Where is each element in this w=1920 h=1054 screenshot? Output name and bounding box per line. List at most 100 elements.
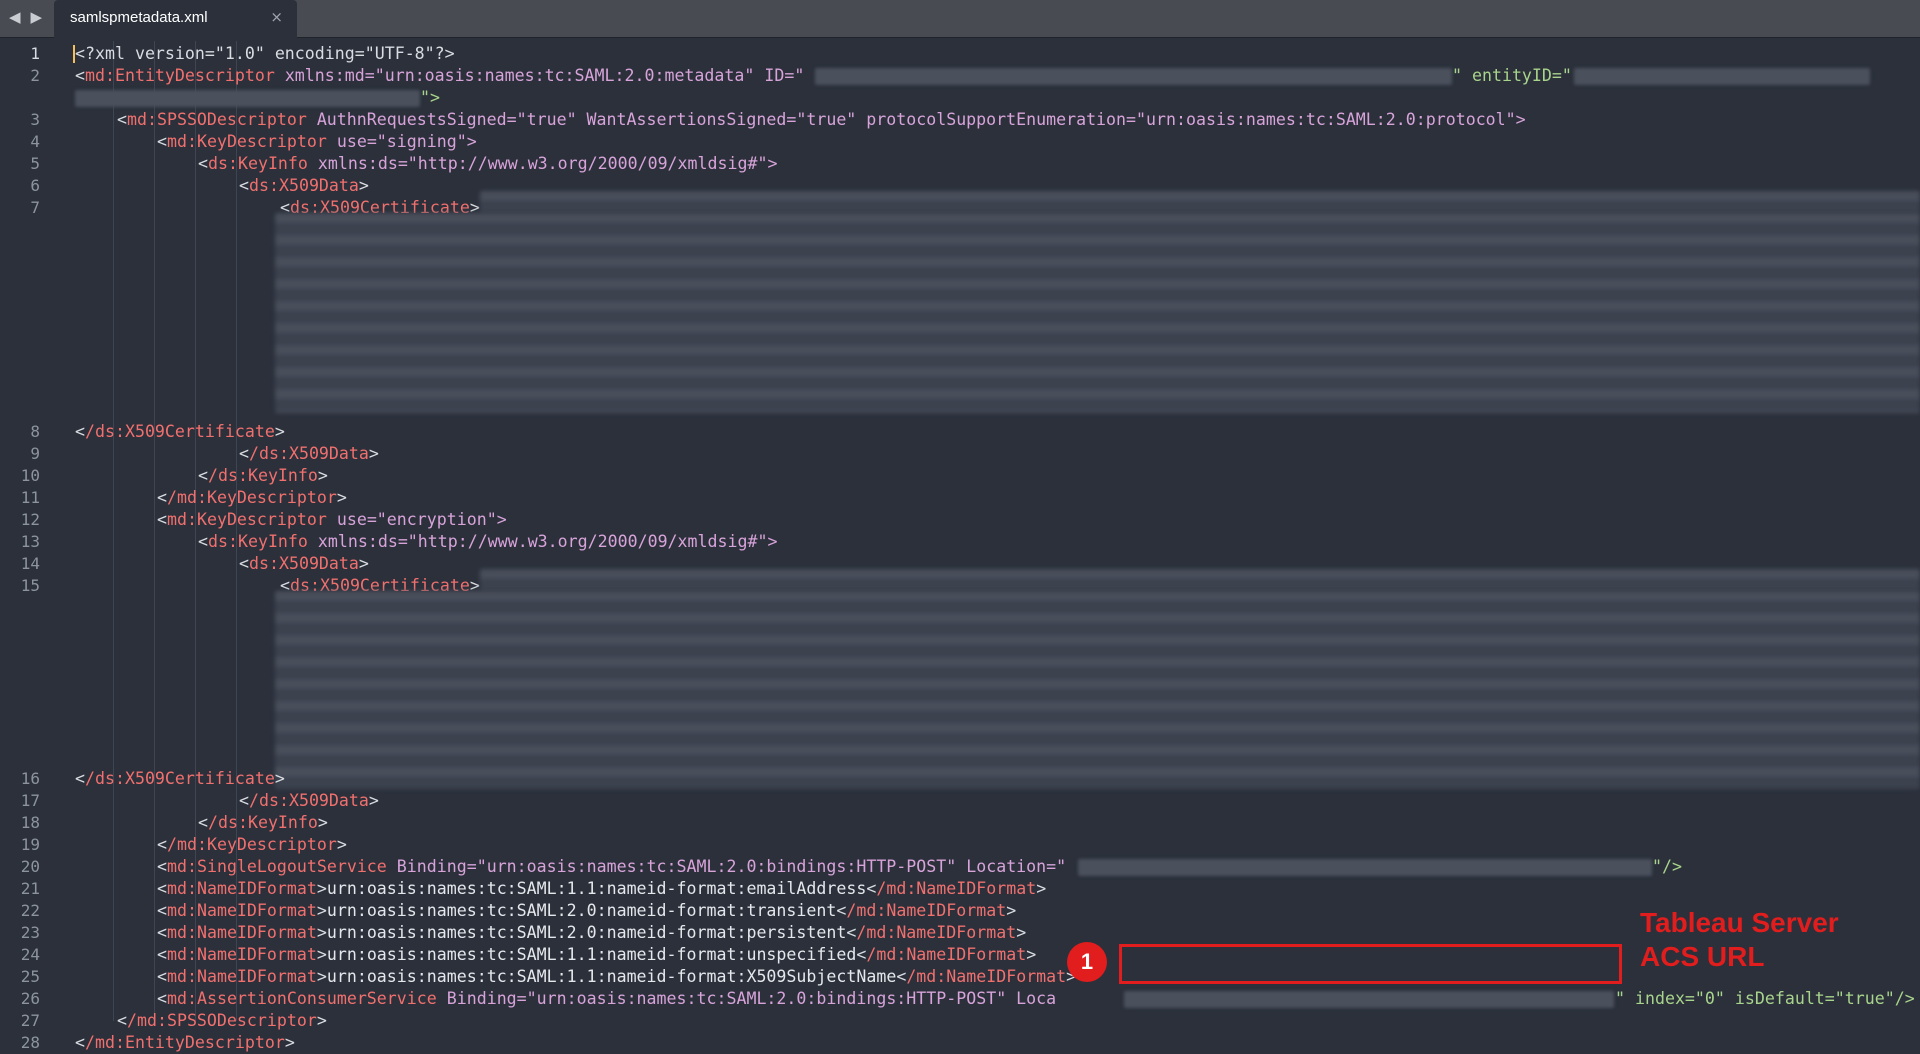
line-number: 2 xyxy=(30,66,40,85)
single-logout-service-tag: md:SingleLogoutService xyxy=(167,857,387,876)
code-editor[interactable]: 1 <?xml version="1.0" encoding="UTF-8"?>… xyxy=(0,41,1920,1052)
nameid-format-tag: md:NameIDFormat xyxy=(167,945,317,964)
assertion-consumer-service-end: " index="0" isDefault="true"/> xyxy=(1615,989,1915,1008)
keyinfo-xmlns: xmlns:ds="http://www.w3.org/2000/09/xmld… xyxy=(307,154,778,173)
single-logout-service-end: "/> xyxy=(1652,857,1682,876)
nameid-format-close: /md:NameIDFormat xyxy=(876,879,1037,898)
line-number: 19 xyxy=(20,835,40,854)
redacted-certificate-signing-body xyxy=(275,213,1920,413)
nameid-format-value: urn:oasis:names:tc:SAML:2.0:nameid-forma… xyxy=(326,923,847,942)
nameid-format-tag: md:NameIDFormat xyxy=(167,923,317,942)
code-line-2-wrap: "> xyxy=(0,87,1920,109)
line-number: 17 xyxy=(20,791,40,810)
entity-descriptor-close: /md:EntityDescriptor xyxy=(85,1033,285,1052)
line-number: 7 xyxy=(30,198,40,217)
nameid-format-value: urn:oasis:names:tc:SAML:1.1:nameid-forma… xyxy=(326,945,857,964)
code-line-24: 24 <md:NameIDFormat>urn:oasis:names:tc:S… xyxy=(0,944,1920,966)
line-number: 3 xyxy=(30,110,40,129)
code-line-1: 1 <?xml version="1.0" encoding="UTF-8"?> xyxy=(0,43,1920,65)
line-number: 13 xyxy=(20,532,40,551)
code-line-28: 28 </md:EntityDescriptor> xyxy=(0,1032,1920,1054)
entity-descriptor-open: <md:EntityDescriptor xmlns:md="urn:oasis… xyxy=(75,66,805,85)
redacted-logout-location xyxy=(1078,859,1652,876)
redacted-certificate-encryption-body xyxy=(275,591,1920,789)
code-line-25: 25 <md:NameIDFormat>urn:oasis:names:tc:S… xyxy=(0,966,1920,988)
x509data-tag: ds:X509Data xyxy=(249,554,359,573)
assertion-consumer-service-tag: md:AssertionConsumerService xyxy=(167,989,437,1008)
code-line-20: 20 <md:SingleLogoutService Binding="urn:… xyxy=(0,856,1920,878)
file-tab-title: samlspmetadata.xml xyxy=(70,9,208,26)
redacted-certificate-encryption xyxy=(480,569,1920,591)
keyinfo-tag: ds:KeyInfo xyxy=(208,532,308,551)
spsso-descriptor-tag: md:SPSSODescriptor xyxy=(127,110,307,129)
nameid-format-close: /md:NameIDFormat xyxy=(856,923,1017,942)
line-number: 5 xyxy=(30,154,40,173)
key-descriptor-close: /md:KeyDescriptor xyxy=(167,835,337,854)
key-descriptor-use-signing: use="signing"> xyxy=(326,132,477,151)
line-number: 15 xyxy=(20,576,40,595)
code-line-18: 18 </ds:KeyInfo> xyxy=(0,812,1920,834)
key-descriptor-close: /md:KeyDescriptor xyxy=(167,488,337,507)
code-line-26: 26 <md:AssertionConsumerService Binding=… xyxy=(0,988,1920,1010)
line-number: 22 xyxy=(20,901,40,920)
acs-url-highlight-box xyxy=(1119,944,1622,984)
forward-arrow-icon[interactable]: ▶ xyxy=(28,8,46,26)
line-number: 9 xyxy=(30,444,40,463)
x509certificate-close: /ds:X509Certificate xyxy=(85,422,275,441)
line-number: 10 xyxy=(20,466,40,485)
callout-label-line-2: ACS URL xyxy=(1640,941,1765,972)
back-arrow-icon[interactable]: ◀ xyxy=(6,8,24,26)
line-number: 27 xyxy=(20,1011,40,1030)
nameid-format-close: /md:NameIDFormat xyxy=(906,967,1067,986)
file-tab[interactable]: samlspmetadata.xml × xyxy=(54,0,297,38)
redacted-entityid-wrap xyxy=(75,90,420,107)
code-line-4: 4 <md:KeyDescriptor use="signing"> xyxy=(0,131,1920,153)
line-number: 6 xyxy=(30,176,40,195)
line-number: 11 xyxy=(20,488,40,507)
redacted-acs-location xyxy=(1124,991,1614,1008)
code-line-3: 3 <md:SPSSODescriptor AuthnRequestsSigne… xyxy=(0,109,1920,131)
x509data-tag: ds:X509Data xyxy=(249,176,359,195)
entity-descriptor-end: "> xyxy=(420,88,440,107)
code-line-5: 5 <ds:KeyInfo xmlns:ds="http://www.w3.or… xyxy=(0,153,1920,175)
code-line-2: 2 <md:EntityDescriptor xmlns:md="urn:oas… xyxy=(0,65,1920,87)
code-line-8: 8 </ds:X509Certificate> xyxy=(0,421,1920,443)
line-number: 21 xyxy=(20,879,40,898)
callout-label-line-1: Tableau Server xyxy=(1640,907,1839,938)
x509data-close: /ds:X509Data xyxy=(249,444,369,463)
code-line-23: 23 <md:NameIDFormat>urn:oasis:names:tc:S… xyxy=(0,922,1920,944)
nameid-format-tag: md:NameIDFormat xyxy=(167,901,317,920)
line-number: 20 xyxy=(20,857,40,876)
x509certificate-close: /ds:X509Certificate xyxy=(85,769,275,788)
tab-navigation: ◀ ▶ xyxy=(6,8,45,26)
spsso-descriptor-attrs: AuthnRequestsSigned="true" WantAssertion… xyxy=(306,110,1526,129)
tab-bar: ◀ ▶ samlspmetadata.xml × xyxy=(0,0,1920,38)
code-line-22: 22 <md:NameIDFormat>urn:oasis:names:tc:S… xyxy=(0,900,1920,922)
line-number: 1 xyxy=(30,44,40,63)
keyinfo-close: /ds:KeyInfo xyxy=(208,813,318,832)
close-tab-icon[interactable]: × xyxy=(270,8,283,26)
code-line-19: 19 </md:KeyDescriptor> xyxy=(0,834,1920,856)
nameid-format-tag: md:NameIDFormat xyxy=(167,967,317,986)
single-logout-service-attrs: Binding="urn:oasis:names:tc:SAML:2.0:bin… xyxy=(386,857,1067,876)
line-number: 12 xyxy=(20,510,40,529)
nameid-format-value: urn:oasis:names:tc:SAML:2.0:nameid-forma… xyxy=(326,901,837,920)
line-number: 4 xyxy=(30,132,40,151)
xml-declaration: <?xml version="1.0" encoding="UTF-8"?> xyxy=(75,44,455,63)
line-number: 8 xyxy=(30,422,40,441)
nameid-format-close: /md:NameIDFormat xyxy=(866,945,1027,964)
code-line-12: 12 <md:KeyDescriptor use="encryption"> xyxy=(0,509,1920,531)
entityid-attr: " entityID=" xyxy=(1452,66,1572,85)
code-line-13: 13 <ds:KeyInfo xmlns:ds="http://www.w3.o… xyxy=(0,531,1920,553)
nameid-format-value: urn:oasis:names:tc:SAML:1.1:nameid-forma… xyxy=(326,967,897,986)
nameid-format-close: /md:NameIDFormat xyxy=(846,901,1007,920)
x509data-close: /ds:X509Data xyxy=(249,791,369,810)
line-number: 26 xyxy=(20,989,40,1008)
nameid-format-value: urn:oasis:names:tc:SAML:1.1:nameid-forma… xyxy=(326,879,867,898)
line-number: 25 xyxy=(20,967,40,986)
code-line-10: 10 </ds:KeyInfo> xyxy=(0,465,1920,487)
key-descriptor-tag: md:KeyDescriptor xyxy=(167,510,327,529)
assertion-consumer-service-attrs: Binding="urn:oasis:names:tc:SAML:2.0:bin… xyxy=(436,989,1057,1008)
step-number-badge: 1 xyxy=(1067,942,1107,982)
code-line-16: 16 </ds:X509Certificate> xyxy=(0,768,1920,790)
